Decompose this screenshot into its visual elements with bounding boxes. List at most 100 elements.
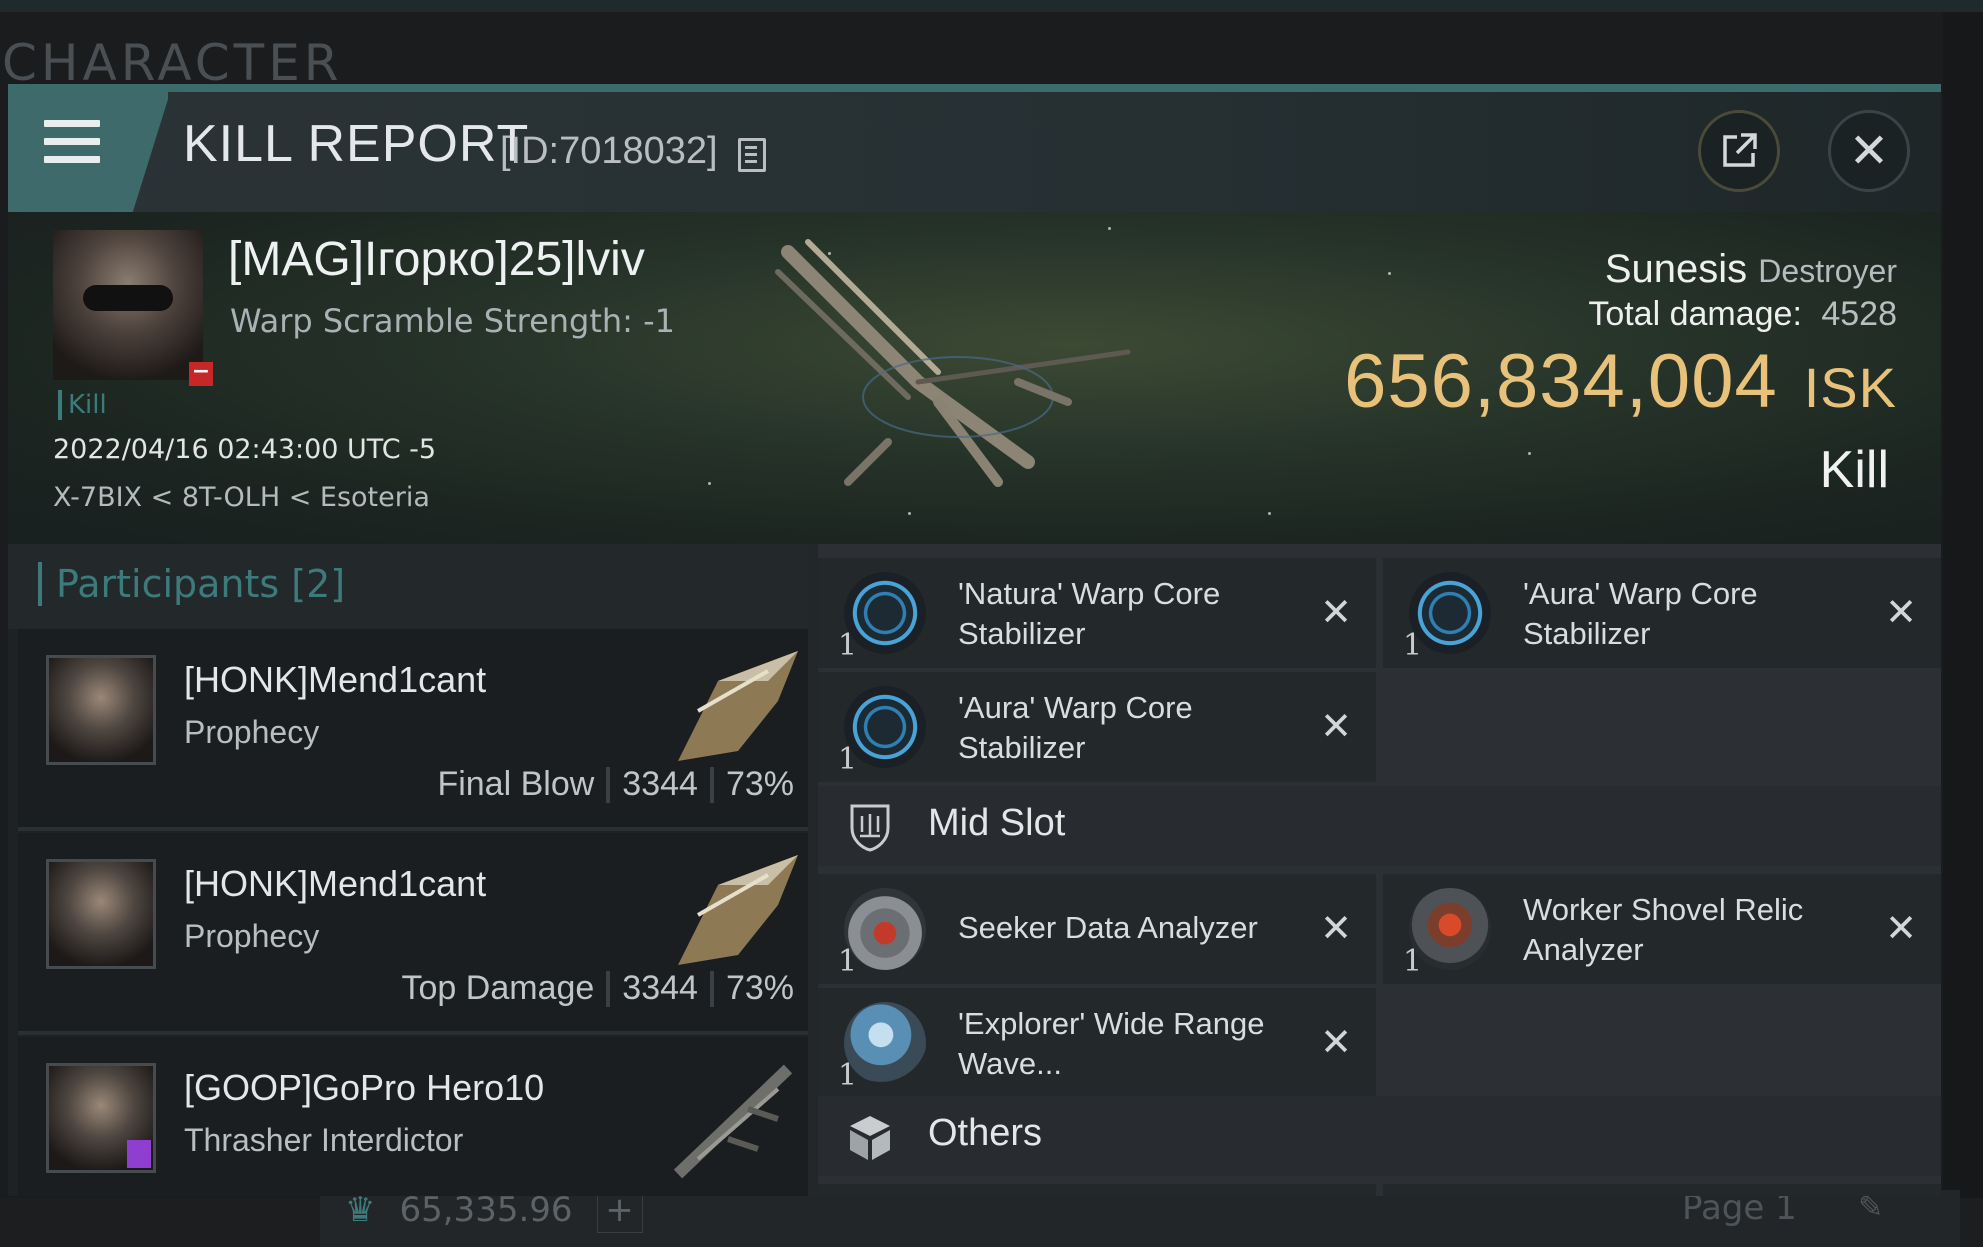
victim-name[interactable]: [MAG]Ігорко]25]lviv xyxy=(228,232,645,287)
participant-row[interactable]: [HONK]Mend1cant Prophecy Top Damage 3344 7… xyxy=(18,833,808,1035)
star-speck xyxy=(1108,227,1111,230)
wallet-value: 65,335.96 xyxy=(399,1190,573,1230)
isk-unit: ISK xyxy=(1803,356,1897,419)
star-speck xyxy=(1528,452,1531,455)
mid-slot-label: Mid Slot xyxy=(928,802,1066,844)
stat-separator xyxy=(606,766,611,803)
participant-avatar[interactable] xyxy=(46,655,156,765)
participant-damage: 3344 xyxy=(622,765,698,803)
close-button[interactable]: ✕ xyxy=(1828,110,1910,192)
module-name: 'Explorer' Wide Range Wave... xyxy=(958,1006,1265,1081)
kill-timestamp: 2022/04/16 02:43:00 UTC -5 xyxy=(53,434,437,465)
participant-name[interactable]: [HONK]Mend1cant xyxy=(184,659,486,701)
module-name: Worker Shovel Relic Analyzer xyxy=(1523,892,1804,967)
external-link-icon xyxy=(1723,133,1757,167)
isk-amount: 656,834,004 xyxy=(1344,339,1778,424)
module-quantity: 1 xyxy=(838,628,858,663)
module-name: 'Natura' Warp Core Stabilizer xyxy=(958,576,1221,651)
star-speck xyxy=(1268,512,1271,515)
participant-damage: 3344 xyxy=(622,969,698,1007)
participant-ship[interactable]: Prophecy xyxy=(184,714,319,751)
total-damage-label: Total damage: xyxy=(1588,295,1802,333)
others-header: Others xyxy=(818,1096,1941,1176)
copy-id-icon[interactable] xyxy=(738,138,766,172)
module-quantity: 1 xyxy=(1403,628,1423,663)
module-name: 'Aura' Warp Core Stabilizer xyxy=(1523,576,1758,651)
menu-tab[interactable] xyxy=(8,92,168,212)
victim-header: − [MAG]Ігорко]25]lviv Warp Scramble Stre… xyxy=(8,212,1941,544)
report-id: [ID:7018032] xyxy=(500,130,718,172)
hostile-badge: − xyxy=(189,361,213,386)
kill-report-window: KILL REPORT [ID:7018032] ✕ − [MAG]Ігорко… xyxy=(8,84,1941,1196)
fitted-module[interactable]: 1 'Natura' Warp Core Stabilizer ✕ xyxy=(818,558,1376,668)
participant-role: Final Blow xyxy=(437,765,595,803)
cargo-box-icon xyxy=(850,1116,890,1160)
participant-ship[interactable]: Thrasher Interdictor xyxy=(184,1122,463,1159)
module-name: Seeker Data Analyzer xyxy=(958,910,1258,945)
module-quantity: 1 xyxy=(838,1058,858,1093)
kill-result: Kill xyxy=(1819,441,1889,499)
participants-panel: Participants [2] [HONK]Mend1cant Prophec… xyxy=(8,544,808,1196)
fitted-module[interactable]: 1 'Aura' Warp Core Stabilizer ✕ xyxy=(1383,558,1941,668)
fitted-module[interactable] xyxy=(818,1184,1376,1196)
participant-ship-render[interactable] xyxy=(658,845,808,975)
participant-ship[interactable]: Prophecy xyxy=(184,918,319,955)
fitted-module[interactable]: 1 Seeker Data Analyzer ✕ xyxy=(818,874,1376,984)
share-button[interactable] xyxy=(1698,110,1780,192)
remove-icon[interactable]: ✕ xyxy=(1320,906,1352,950)
fitted-module[interactable] xyxy=(1383,1184,1941,1196)
participants-header: Participants [2] xyxy=(8,544,808,629)
fitting-panel: 1 'Natura' Warp Core Stabilizer ✕ 1 'Aur… xyxy=(818,544,1941,1196)
module-quantity: 1 xyxy=(1403,944,1423,979)
victim-portrait[interactable]: − xyxy=(53,230,213,386)
close-icon: ✕ xyxy=(1848,123,1890,179)
total-damage: Total damage: 4528 xyxy=(1588,295,1897,334)
module-quantity: 1 xyxy=(838,742,858,777)
others-label: Others xyxy=(928,1112,1043,1154)
star-speck xyxy=(1388,272,1391,275)
participant-row[interactable]: [HONK]Mend1cant Prophecy Final Blow 3344 7… xyxy=(18,629,808,831)
remove-icon[interactable]: ✕ xyxy=(1320,590,1352,634)
participant-avatar[interactable] xyxy=(46,1063,156,1173)
victim-ship[interactable]: Sunesis Destroyer xyxy=(1605,247,1897,292)
mid-slot-header: Mid Slot xyxy=(818,786,1941,866)
isk-value: 656,834,004 ISK xyxy=(1344,338,1897,425)
participant-ship-render[interactable] xyxy=(658,1049,808,1179)
stat-separator xyxy=(709,766,714,803)
participant-avatar[interactable] xyxy=(46,859,156,969)
ship-name: Sunesis xyxy=(1604,247,1748,291)
faction-tag-icon xyxy=(127,1140,151,1168)
victim-ship-render[interactable] xyxy=(768,232,1188,522)
star-speck xyxy=(708,482,711,485)
participant-ship-render[interactable] xyxy=(658,641,808,771)
background-top-strip xyxy=(0,0,1983,12)
total-damage-value: 4528 xyxy=(1821,295,1897,333)
participant-name[interactable]: [HONK]Mend1cant xyxy=(184,863,486,905)
participant-stats: Top Damage 3344 73% xyxy=(402,969,794,1008)
kill-location[interactable]: X-7BIX < 8T-OLH < Esoteria xyxy=(53,482,430,513)
module-quantity: 1 xyxy=(838,944,858,979)
title-bar: KILL REPORT [ID:7018032] ✕ xyxy=(8,92,1941,212)
participants-title: Participants [2] xyxy=(38,562,345,606)
kill-tag: Kill xyxy=(58,390,107,420)
remove-icon[interactable]: ✕ xyxy=(1320,704,1352,748)
participant-row[interactable]: [GOOP]GoPro Hero10 Thrasher Interdictor xyxy=(18,1037,808,1196)
fitted-module[interactable]: 1 Worker Shovel Relic Analyzer ✕ xyxy=(1383,874,1941,984)
fitted-module[interactable]: 1 'Explorer' Wide Range Wave... ✕ xyxy=(818,988,1376,1098)
ship-class: Destroyer xyxy=(1758,253,1897,289)
window-title: KILL REPORT xyxy=(183,115,530,173)
hamburger-menu-icon[interactable] xyxy=(44,120,100,164)
wallet-icon: ♛ xyxy=(345,1190,376,1230)
participant-stats: Final Blow 3344 73% xyxy=(437,765,794,804)
remove-icon[interactable]: ✕ xyxy=(1320,1020,1352,1064)
remove-icon[interactable]: ✕ xyxy=(1885,590,1917,634)
fitted-module[interactable]: 1 'Aura' Warp Core Stabilizer ✕ xyxy=(818,672,1376,782)
participant-percent: 73% xyxy=(725,765,794,803)
module-name: 'Aura' Warp Core Stabilizer xyxy=(958,690,1193,765)
mid-slot-shield-icon xyxy=(850,804,890,852)
remove-icon[interactable]: ✕ xyxy=(1885,906,1917,950)
stat-separator xyxy=(606,970,611,1007)
participant-name[interactable]: [GOOP]GoPro Hero10 xyxy=(184,1067,544,1109)
participant-percent: 73% xyxy=(725,969,794,1007)
victim-detail: Warp Scramble Strength: -1 xyxy=(230,302,676,340)
